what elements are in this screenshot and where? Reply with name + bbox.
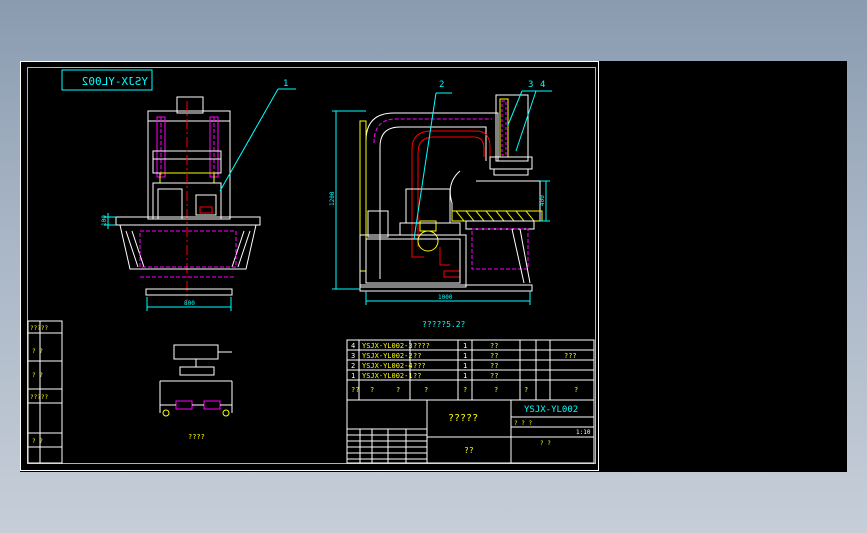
svg-text:?: ? [424, 386, 428, 394]
svg-text:???: ??? [413, 362, 426, 370]
svg-text:??: ?? [351, 386, 359, 394]
dim-front-width: 800 [184, 300, 195, 307]
outer-frame [20, 61, 599, 471]
drawing-name: ????? [448, 413, 478, 424]
dim-side-throat: 400 [539, 195, 546, 206]
left-strip-1: ????? [30, 325, 48, 332]
left-strip-4: ????? [30, 394, 48, 401]
svg-text:??: ?? [490, 372, 498, 380]
svg-text:????: ???? [413, 342, 430, 350]
svg-text:??: ?? [490, 352, 498, 360]
drawing-number: YSJX-YL002 [524, 405, 578, 415]
svg-text:??: ?? [413, 372, 421, 380]
svg-text:YSJX-YL002-1: YSJX-YL002-1 [362, 372, 413, 380]
svg-text:1: 1 [463, 352, 467, 360]
svg-text:1: 1 [463, 362, 467, 370]
svg-text:2: 2 [351, 362, 355, 370]
cad-drawing: YSJX-YL002 1 800 100 2 3 4 1200 1000 400… [20, 61, 599, 471]
leader-label-2: 2 [439, 80, 444, 90]
dim-front-small: 100 [101, 215, 108, 226]
side-view [332, 90, 552, 305]
svg-text:?: ? [370, 386, 374, 394]
left-strip-3: ? ? [32, 372, 43, 379]
svg-text:YSJX-YL002-3: YSJX-YL002-3 [362, 342, 413, 350]
dim-side-width: 1000 [438, 294, 453, 301]
leader-label-4: 4 [540, 80, 545, 90]
leader-label-3: 3 [528, 80, 533, 90]
material-label: ?? [464, 446, 474, 455]
title-block-q2: ? ? [540, 440, 551, 447]
svg-text:?: ? [574, 386, 578, 394]
dim-side-height: 1200 [329, 191, 336, 206]
svg-text:YSJX-YL002-4: YSJX-YL002-4 [362, 362, 413, 370]
left-strip-2: ? ? [32, 348, 43, 355]
mirrored-title: YSJX-YL002 [61, 69, 153, 91]
svg-text:?: ? [524, 386, 528, 394]
svg-text:?: ? [463, 386, 467, 394]
svg-text:4: 4 [351, 342, 355, 350]
cad-viewport[interactable]: YSJX-YL002 1 800 100 2 3 4 1200 1000 400… [20, 61, 847, 472]
svg-text:YSJX-YL002: YSJX-YL002 [82, 75, 148, 88]
svg-text:1: 1 [463, 342, 467, 350]
hydraulic-caption: ???? [188, 433, 205, 441]
title-block-q1: ? ? ? [514, 420, 532, 427]
leader-label-1: 1 [283, 79, 288, 89]
svg-text:?: ? [396, 386, 400, 394]
svg-text:??: ?? [490, 342, 498, 350]
hydraulic-schematic [159, 344, 233, 417]
front-view [104, 88, 296, 311]
svg-text:YSJX-YL002-2: YSJX-YL002-2 [362, 352, 413, 360]
svg-text:?: ? [494, 386, 498, 394]
inner-frame [27, 67, 596, 464]
svg-text:???: ??? [564, 352, 577, 360]
svg-text:3: 3 [351, 352, 355, 360]
svg-text:??: ?? [490, 362, 498, 370]
tech-note: ?????5.2? [422, 320, 466, 329]
scale-value: 1:10 [576, 429, 591, 436]
svg-text:1: 1 [351, 372, 355, 380]
svg-text:1: 1 [463, 372, 467, 380]
left-strip-5: ? ? [32, 438, 43, 445]
svg-text:??: ?? [413, 352, 421, 360]
